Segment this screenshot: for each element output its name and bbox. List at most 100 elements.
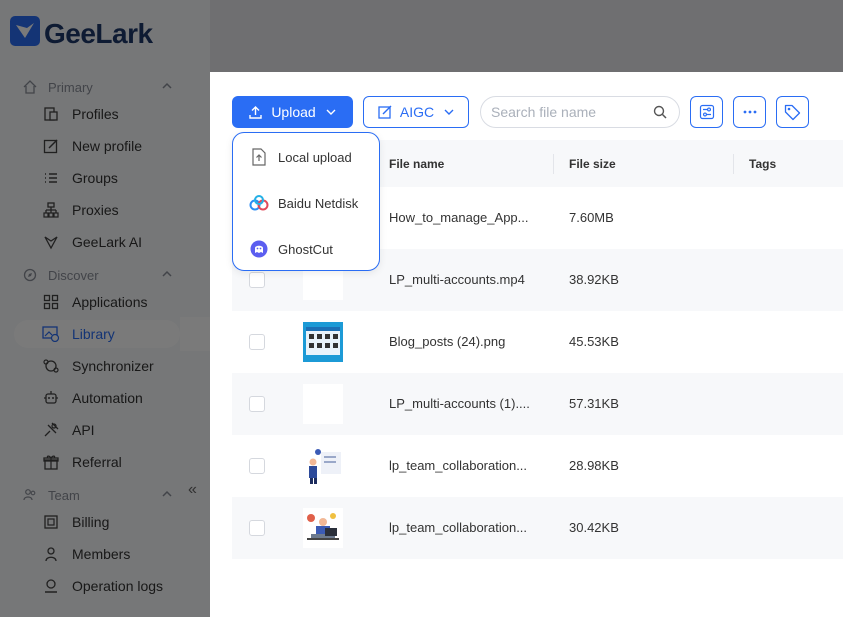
sidebar-item-label: Billing bbox=[72, 514, 110, 530]
top-header bbox=[210, 0, 843, 72]
edit-icon bbox=[42, 137, 60, 155]
menu-item-label: Local upload bbox=[278, 149, 352, 165]
ai-icon bbox=[42, 233, 60, 251]
sidebar-item-label: Referral bbox=[72, 454, 122, 470]
team-icon bbox=[22, 487, 38, 503]
baidu-netdisk-icon bbox=[249, 193, 269, 213]
upload-button[interactable]: Upload bbox=[232, 96, 353, 128]
geelark-logo-icon bbox=[10, 16, 40, 51]
api-icon bbox=[42, 421, 60, 439]
sidebar-item-label: Operation logs bbox=[72, 578, 164, 594]
sidebar-item-operation-logs[interactable]: Operation logs bbox=[14, 572, 180, 600]
chevron-up-icon[interactable] bbox=[162, 487, 172, 502]
column-divider bbox=[733, 154, 734, 174]
group-discover[interactable]: Discover bbox=[22, 267, 172, 283]
sidebar-item-label: Applications bbox=[72, 294, 148, 310]
row-checkbox[interactable] bbox=[249, 396, 265, 412]
sidebar-item-label: Automation bbox=[72, 390, 143, 406]
sidebar-item-billing[interactable]: Billing bbox=[14, 508, 180, 536]
sidebar-item-profiles[interactable]: Profiles bbox=[14, 100, 180, 128]
image-icon bbox=[42, 325, 60, 343]
file-name: LP_multi-accounts (1).... bbox=[389, 396, 530, 411]
search-input[interactable] bbox=[491, 104, 641, 120]
sidebar-item-new-profile[interactable]: New profile bbox=[14, 132, 180, 160]
compass-icon bbox=[22, 267, 38, 283]
row-checkbox[interactable] bbox=[249, 272, 265, 288]
sync-icon bbox=[42, 357, 60, 375]
sidebar-item-label: Proxies bbox=[72, 202, 119, 218]
collapse-sidebar-icon[interactable]: « bbox=[188, 481, 197, 499]
table-row[interactable]: LP_multi-accounts (1).... 57.31KB bbox=[232, 373, 843, 435]
sidebar-item-synchronizer[interactable]: Synchronizer bbox=[14, 352, 180, 380]
file-name: LP_multi-accounts.mp4 bbox=[389, 272, 525, 287]
sidebar-item-label: Members bbox=[72, 546, 131, 562]
more-icon bbox=[742, 110, 758, 114]
sidebar-item-applications[interactable]: Applications bbox=[14, 288, 180, 316]
sidebar-item-api[interactable]: API bbox=[14, 416, 180, 444]
table-row[interactable]: lp_team_collaboration... 30.42KB bbox=[232, 497, 843, 559]
more-button[interactable] bbox=[733, 96, 766, 128]
billing-icon bbox=[42, 513, 60, 531]
sliders-icon bbox=[699, 104, 715, 120]
chevron-up-icon[interactable] bbox=[162, 79, 172, 94]
file-name: lp_team_collaboration... bbox=[389, 520, 528, 535]
group-label: Primary bbox=[48, 79, 93, 95]
sidebar-item-groups[interactable]: Groups bbox=[14, 164, 180, 192]
tag-button[interactable] bbox=[776, 96, 809, 128]
column-tags[interactable]: Tags bbox=[749, 157, 776, 171]
sidebar-item-label: New profile bbox=[72, 138, 143, 154]
aigc-edit-icon bbox=[378, 105, 392, 119]
menu-item-label: GhostCut bbox=[278, 241, 333, 257]
network-icon bbox=[42, 201, 60, 219]
sidebar-item-members[interactable]: Members bbox=[14, 540, 180, 568]
aigc-label: AIGC bbox=[399, 104, 435, 120]
chevron-up-icon[interactable] bbox=[162, 267, 172, 282]
group-label: Team bbox=[48, 487, 80, 503]
column-file-size[interactable]: File size bbox=[569, 157, 616, 171]
app-name: GeeLark bbox=[44, 17, 153, 49]
table-row[interactable]: lp_team_collaboration... 28.98KB bbox=[232, 435, 843, 497]
aigc-button[interactable]: AIGC bbox=[363, 96, 469, 128]
file-name: How_to_manage_App... bbox=[389, 210, 529, 225]
file-size: 45.53KB bbox=[569, 334, 619, 349]
file-size: 57.31KB bbox=[569, 396, 619, 411]
upload-dropdown-menu: Local upload Baidu Netdisk GhostCut bbox=[232, 132, 380, 271]
profiles-icon bbox=[42, 105, 60, 123]
group-team[interactable]: Team bbox=[22, 487, 172, 503]
file-thumbnail bbox=[303, 322, 343, 362]
file-thumbnail bbox=[303, 384, 343, 424]
grid-icon bbox=[42, 293, 60, 311]
sidebar-item-referral[interactable]: Referral bbox=[14, 448, 180, 476]
table-row[interactable]: Blog_posts (24).png 45.53KB bbox=[232, 311, 843, 373]
file-name: lp_team_collaboration... bbox=[389, 458, 528, 473]
sidebar-item-label: GeeLark AI bbox=[72, 234, 143, 250]
app-logo[interactable]: GeeLark bbox=[10, 16, 153, 51]
row-checkbox[interactable] bbox=[249, 458, 265, 474]
menu-item-baidu-netdisk[interactable]: Baidu Netdisk bbox=[249, 191, 358, 215]
file-size: 28.98KB bbox=[569, 458, 619, 473]
filter-button[interactable] bbox=[690, 96, 723, 128]
robot-icon bbox=[42, 389, 60, 407]
search-icon[interactable] bbox=[653, 105, 667, 119]
menu-item-local-upload[interactable]: Local upload bbox=[249, 145, 352, 169]
file-name: Blog_posts (24).png bbox=[389, 334, 506, 349]
logs-icon bbox=[42, 577, 60, 595]
menu-item-ghostcut[interactable]: GhostCut bbox=[249, 237, 333, 261]
sidebar-item-label: API bbox=[72, 422, 95, 438]
sidebar-item-library[interactable]: Library bbox=[14, 320, 180, 348]
row-checkbox[interactable] bbox=[249, 334, 265, 350]
sidebar-item-geelark-ai[interactable]: GeeLark AI bbox=[14, 228, 180, 256]
list-icon bbox=[42, 169, 60, 187]
column-file-name[interactable]: File name bbox=[389, 157, 444, 171]
group-primary[interactable]: Primary bbox=[22, 79, 172, 95]
row-checkbox[interactable] bbox=[249, 520, 265, 536]
sidebar-item-label: Synchronizer bbox=[72, 358, 154, 374]
chevron-down-icon bbox=[326, 107, 336, 117]
chevron-down-icon bbox=[444, 107, 454, 117]
file-size: 38.92KB bbox=[569, 272, 619, 287]
sidebar-item-label: Groups bbox=[72, 170, 118, 186]
search-box[interactable] bbox=[480, 96, 680, 128]
sidebar-item-automation[interactable]: Automation bbox=[14, 384, 180, 412]
gift-icon bbox=[42, 453, 60, 471]
sidebar-item-proxies[interactable]: Proxies bbox=[14, 196, 180, 224]
